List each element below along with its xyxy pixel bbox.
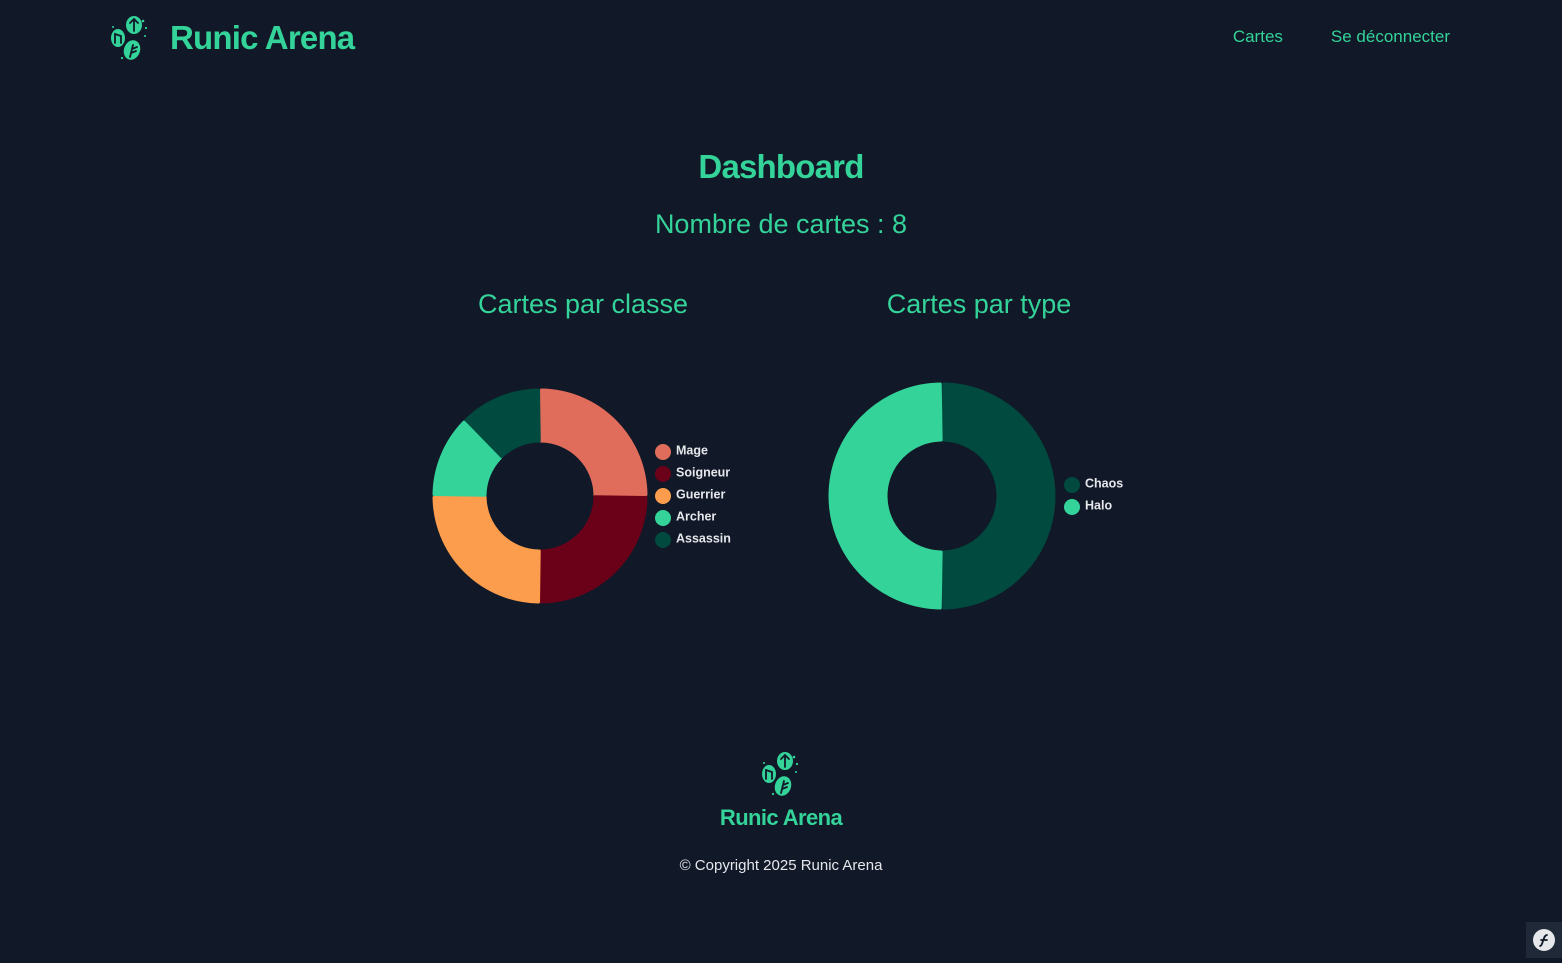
main-nav: Cartes Se déconnecter xyxy=(1233,27,1450,47)
chart-title-class: Cartes par classe xyxy=(477,289,689,319)
legend-swatch-halo xyxy=(1064,499,1080,515)
rune-stones-icon xyxy=(111,16,148,60)
slice-mage[interactable] xyxy=(539,388,648,497)
symfony-icon xyxy=(1533,929,1555,951)
legend-swatch-archer xyxy=(655,510,671,526)
legend-label-archer[interactable]: Archer xyxy=(676,509,716,523)
legend-swatch-soigneur xyxy=(655,466,671,482)
legend-label-mage[interactable]: Mage xyxy=(676,443,708,457)
type-donut-chart: Chaos Halo xyxy=(828,382,1123,610)
symfony-toolbar-toggle[interactable] xyxy=(1526,922,1562,958)
nav-link-logout[interactable]: Se déconnecter xyxy=(1331,27,1450,47)
header: Runic Arena Cartes Se déconnecter xyxy=(0,0,1562,78)
legend-swatch-guerrier xyxy=(655,488,671,504)
legend-label-guerrier[interactable]: Guerrier xyxy=(676,487,725,501)
nav-link-cartes[interactable]: Cartes xyxy=(1233,27,1283,47)
legend-label-chaos[interactable]: Chaos xyxy=(1085,476,1123,490)
legend-label-soigneur[interactable]: Soigneur xyxy=(676,465,730,479)
class-donut-chart: Mage Soigneur Guerrier Archer Assassin xyxy=(432,388,731,604)
slice-guerrier[interactable] xyxy=(432,495,541,604)
footer: Runic Arena xyxy=(0,750,1562,831)
legend-swatch-mage xyxy=(655,444,671,460)
slice-soigneur[interactable] xyxy=(539,495,648,604)
card-count: Nombre de cartes : 8 xyxy=(654,209,908,239)
legend-label-halo[interactable]: Halo xyxy=(1085,498,1112,512)
rune-stones-icon xyxy=(762,752,799,796)
slice-chaos[interactable] xyxy=(941,382,1056,610)
legend-swatch-assassin xyxy=(655,532,671,548)
copyright-text: © Copyright 2025 Runic Arena xyxy=(679,857,883,874)
brand-name: Runic Arena xyxy=(170,19,355,56)
slice-halo[interactable] xyxy=(828,382,943,610)
footer-brand-name: Runic Arena xyxy=(719,805,843,830)
legend-swatch-chaos xyxy=(1064,477,1080,493)
page-title: Dashboard xyxy=(698,148,864,185)
chart-title-type: Cartes par type xyxy=(886,289,1072,319)
legend-label-assassin[interactable]: Assassin xyxy=(676,531,731,545)
brand-link[interactable]: Runic Arena xyxy=(110,14,355,62)
